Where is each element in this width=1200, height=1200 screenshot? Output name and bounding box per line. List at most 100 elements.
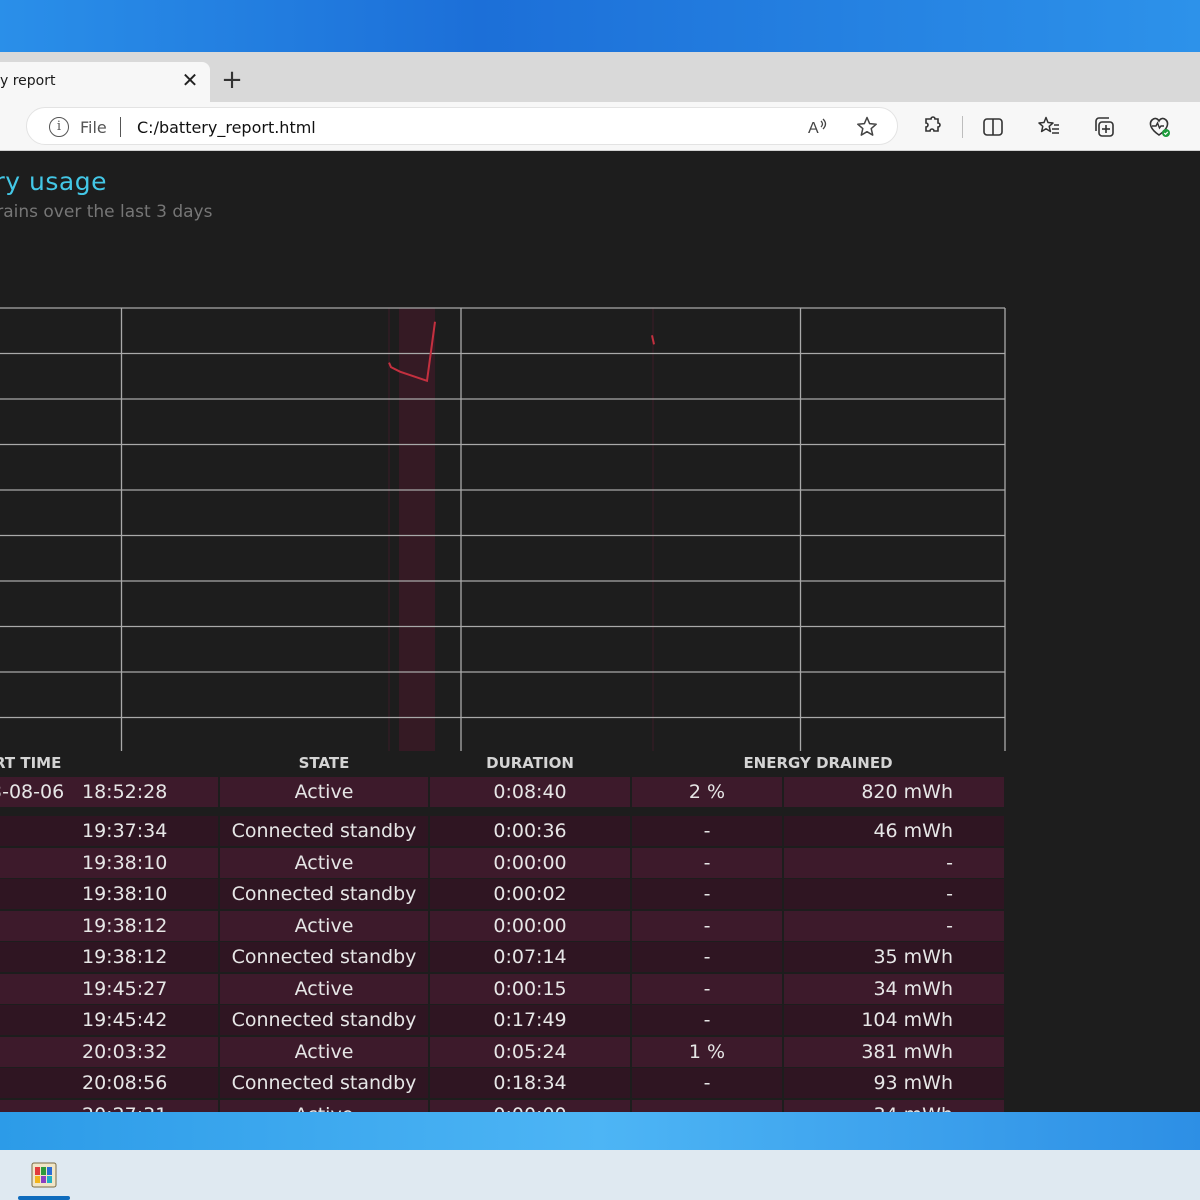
cell-state: Connected standby [220,1005,428,1035]
toolbar-divider [962,116,963,138]
cell-duration: 0:18:34 [430,1068,630,1098]
table-header: RT TIME STATE DURATION ENERGY DRAINED [0,754,1005,776]
address-bar[interactable]: i File C:/battery_report.html A [26,107,898,145]
table-row: 19:45:27 Active 0:00:15-34 mWh [0,974,1005,1004]
column-header-state: STATE [298,754,350,772]
cell-energy: 34 mWh [784,1100,1004,1112]
cell-percent: - [632,1068,782,1098]
table-row: 20:03:32 Active 0:05:24 1 % 381 mWh [0,1037,1005,1067]
cell-duration: 0:00:00 [430,848,630,878]
cell-time: 20:27:31 [82,1100,167,1112]
table-row: 20:27:31 Active0:00:00-34 mWh [0,1100,1005,1112]
cell-time: 19:38:12 [82,915,168,937]
cell-state: Active [220,777,428,807]
cell-percent: - [632,1005,782,1035]
cell-percent: - [632,942,782,972]
cell-percent: 2 % [632,777,782,807]
cell-duration: 0:00:36 [430,816,630,846]
cell-duration: 0:00:02 [430,879,630,909]
cell-start-time: 19:37:34 [0,816,218,846]
cell-time: 19:38:10 [82,883,168,905]
cell-duration: 0:00:00 [430,911,630,941]
browser-essentials-icon[interactable] [1146,114,1172,140]
column-header-start-time: RT TIME [0,754,62,772]
cell-energy: 820 mWh [784,777,1004,807]
cell-time: 19:37:34 [82,820,168,842]
table-row: 3-08-06 18:52:28 Active0:08:402 %820 mWh [0,777,1005,807]
cell-energy: 35 mWh [784,942,1004,972]
favorites-icon[interactable] [1036,114,1062,140]
cell-duration: 0:05:24 [430,1037,630,1067]
table-row: 19:38:12 Active 0:00:00- - [0,911,1005,941]
cell-state: Connected standby [220,1068,428,1098]
cell-percent: 1 % [632,1037,782,1067]
tab-bar: y report ✕ + [0,52,1200,102]
tab-title: y report [0,73,56,89]
collections-icon[interactable] [1091,114,1117,140]
cell-duration: 0:00:15 [430,974,630,1004]
table-row: 19:38:12 Connected standby 0:07:14-35 mWh [0,942,1005,972]
cell-start-time: 19:38:10 [0,848,218,878]
info-icon[interactable]: i [49,117,69,137]
table-row: 19:45:42 Connected standby 0:17:49-104 mWh [0,1005,1005,1035]
cell-energy: - [784,911,1004,941]
cell-energy: - [784,879,1004,909]
new-tab-button[interactable]: + [218,66,246,94]
cell-time: 20:03:32 [82,1041,168,1063]
table-row: 19:38:10 Active 0:00:00- - [0,848,1005,878]
cell-time: 19:38:10 [82,852,168,874]
tab-battery-report[interactable]: y report ✕ [0,62,210,102]
cell-time: 19:45:27 [82,978,168,1000]
cell-percent: - [632,848,782,878]
cell-state: Active [220,1100,428,1112]
cell-time: 18:52:28 [82,781,168,803]
cell-energy: 104 mWh [784,1005,1004,1035]
browser-window: y report ✕ + i File C:/battery_report.ht… [0,52,1200,1112]
column-header-duration: DURATION [486,754,574,772]
cell-percent: - [632,1100,782,1112]
cell-time: 20:08:56 [82,1072,168,1094]
cell-time: 19:45:42 [82,1009,168,1031]
cell-date: 3-08-06 [0,781,65,803]
cell-start-time: 20:08:56 [0,1068,218,1098]
cell-state: Active [220,848,428,878]
address-url[interactable]: C:/battery_report.html [137,118,316,137]
table-row: 20:08:56 Connected standby 0:18:34-93 mWh [0,1068,1005,1098]
cell-energy: 381 mWh [784,1037,1004,1067]
cell-state: Connected standby [220,816,428,846]
cell-percent: - [632,879,782,909]
cell-energy: 93 mWh [784,1068,1004,1098]
cell-state: Connected standby [220,942,428,972]
active-app-indicator [18,1196,70,1200]
cell-start-time: 19:38:12 [0,942,218,972]
cell-percent: - [632,974,782,1004]
battery-usage-chart: 08-0608-0708-08 [0,307,1006,751]
cell-duration: 0:08:40 [430,777,630,807]
address-separator [120,117,121,137]
svg-text:A: A [808,120,819,137]
column-header-energy-drained: ENERGY DRAINED [743,754,893,772]
extensions-icon[interactable] [919,114,945,140]
cell-duration: 0:00:00 [430,1100,630,1112]
app-icon[interactable] [24,1157,64,1197]
close-icon[interactable]: ✕ [178,68,202,92]
cell-duration: 0:17:49 [430,1005,630,1035]
desktop-wallpaper [0,0,1200,52]
taskbar [0,1150,1200,1200]
report-page: ttery usage ry drains over the last 3 da… [0,151,1200,1112]
cell-start-time: 19:38:10 [0,879,218,909]
table-row: 19:37:34 Connected standby 0:00:36-46 mWh [0,816,1005,846]
cell-start-time: 20:27:31 [0,1100,218,1112]
read-aloud-icon[interactable]: A [805,115,829,139]
battery-level-line [651,335,655,345]
cell-time: 19:38:12 [82,946,168,968]
cell-start-time: 19:45:27 [0,974,218,1004]
split-screen-icon[interactable] [980,114,1006,140]
table-row: 19:38:10 Connected standby 0:00:02- - [0,879,1005,909]
browser-toolbar: i File C:/battery_report.html A [0,102,1200,151]
desktop-wallpaper-bottom [0,1112,1200,1150]
cell-duration: 0:07:14 [430,942,630,972]
cell-start-time: 19:38:12 [0,911,218,941]
cell-energy: 46 mWh [784,816,1004,846]
favorite-star-icon[interactable] [855,115,879,139]
